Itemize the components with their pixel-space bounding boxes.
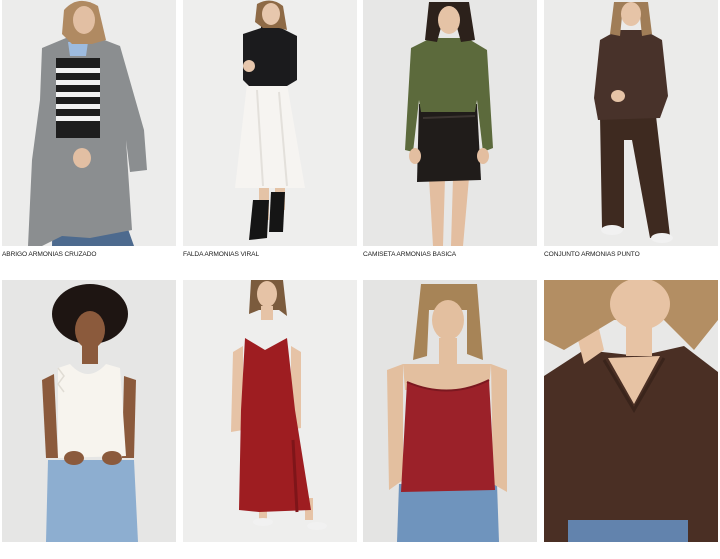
product-name[interactable] — [363, 547, 537, 559]
product-name[interactable]: CAMISETA ARMONIAS BÁSICA — [363, 251, 537, 263]
product-image[interactable] — [183, 280, 357, 542]
product-image[interactable] — [363, 280, 537, 542]
product-image[interactable] — [2, 0, 176, 246]
product-card[interactable] — [544, 280, 718, 559]
product-name[interactable]: CONJUNTO ARMONIAS PUNTO — [544, 251, 718, 263]
product-name[interactable] — [2, 547, 176, 559]
product-image[interactable] — [544, 0, 718, 246]
product-image[interactable] — [544, 280, 718, 542]
product-card[interactable]: CAMISETA ARMONIAS BÁSICA — [363, 0, 537, 263]
product-card[interactable]: ABRIGO ARMONIAS CRUZADO — [2, 0, 176, 263]
product-card[interactable]: FALDA ARMONIAS VIRAL — [183, 0, 357, 263]
product-card[interactable]: CONJUNTO ARMONIAS PUNTO — [544, 0, 718, 263]
product-card[interactable] — [2, 280, 176, 559]
product-image[interactable] — [363, 0, 537, 246]
product-name[interactable] — [544, 547, 718, 559]
product-card[interactable] — [183, 280, 357, 559]
product-name[interactable]: FALDA ARMONIAS VIRAL — [183, 251, 357, 263]
product-grid: ABRIGO ARMONIAS CRUZADO FALDA ARMONIAS V… — [0, 0, 720, 542]
product-image[interactable] — [183, 0, 357, 246]
product-image[interactable] — [2, 280, 176, 542]
product-name[interactable] — [183, 547, 357, 559]
product-name[interactable]: ABRIGO ARMONIAS CRUZADO — [2, 251, 176, 263]
product-card[interactable] — [363, 280, 537, 559]
